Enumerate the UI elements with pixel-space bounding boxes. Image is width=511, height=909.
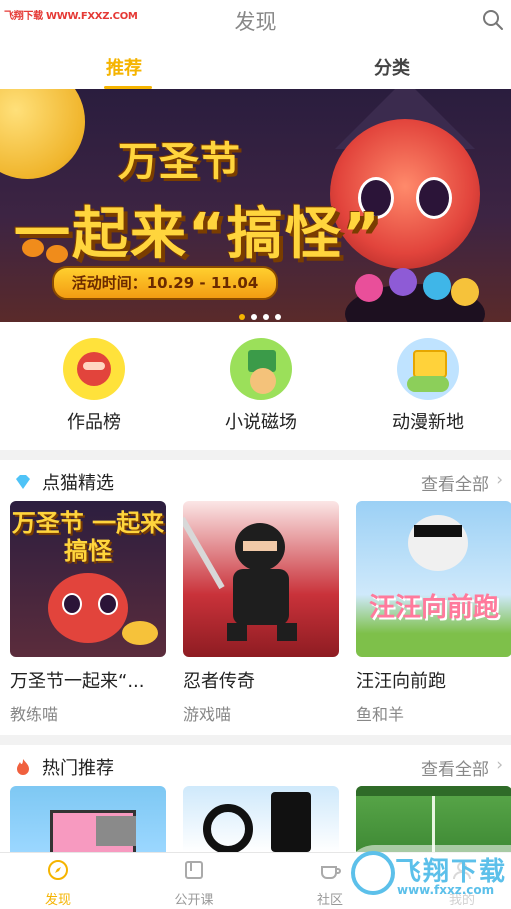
banner-title-line1: 万圣节 xyxy=(118,139,241,185)
nav-label: 发现 xyxy=(44,893,71,908)
featured-card[interactable]: 万圣节 一起来搞怪 万圣节一起来“... 教练喵 xyxy=(10,501,166,725)
nav-discover[interactable]: 发现 xyxy=(18,859,98,908)
candy-graphic xyxy=(451,278,479,306)
site-watermark: 飞翔下载 www.fxxz.com xyxy=(345,845,511,905)
carousel-dots xyxy=(239,305,287,320)
featured-view-all-link[interactable]: 查看全部 xyxy=(421,470,489,495)
banner-date-badge: 活动时间：10.29 - 11.04 xyxy=(52,266,278,300)
tab-category[interactable]: 分类 xyxy=(374,54,410,80)
candy-graphic xyxy=(423,272,451,300)
page-title: 发现 xyxy=(234,10,277,34)
diamond-icon xyxy=(16,475,30,489)
hot-card-image[interactable] xyxy=(183,786,339,852)
site-logo-icon xyxy=(351,851,395,895)
featured-card-image xyxy=(183,501,339,657)
featured-section-header: 点猫精选 查看全部 › xyxy=(0,465,511,499)
banner-title-line2: 一起来“搞怪” xyxy=(14,202,382,267)
featured-card-author: 教练喵 xyxy=(10,705,59,724)
cat-eye xyxy=(416,177,452,219)
nav-label: 公开课 xyxy=(174,893,214,908)
hot-section-header: 热门推荐 查看全部 › xyxy=(0,750,511,784)
featured-card-author: 鱼和羊 xyxy=(356,705,405,724)
featured-card-author: 游戏喵 xyxy=(183,705,232,724)
hot-card-image[interactable] xyxy=(10,786,166,852)
carousel-dot[interactable] xyxy=(251,314,257,320)
quick-entry-novel[interactable]: 小说磁场 xyxy=(206,338,316,434)
featured-card[interactable]: 忍者传奇 游戏喵 xyxy=(183,501,339,725)
hot-card-image[interactable] xyxy=(356,786,511,852)
featured-card-image: 汪汪向前跑 xyxy=(356,501,511,657)
site-watermark-url: www.fxxz.com xyxy=(397,883,495,897)
card-art-text: 万圣节 一起来搞怪 xyxy=(11,509,165,565)
top-bar: 飞翔下载 WWW.FXXZ.COM 发现 xyxy=(0,0,511,40)
hot-section-title: 热门推荐 xyxy=(42,758,114,779)
quick-entry-label: 动漫新地 xyxy=(392,412,464,433)
card-art-text: 汪汪向前跑 xyxy=(368,593,499,623)
featured-section-title: 点猫精选 xyxy=(42,473,114,494)
tab-recommend[interactable]: 推荐 xyxy=(106,54,142,80)
quick-entry-row: 作品榜 小说磁场 动漫新地 xyxy=(0,322,511,450)
tab-bar: 推荐 分类 xyxy=(0,44,511,90)
quick-entry-anime[interactable]: 动漫新地 xyxy=(373,338,483,434)
search-icon xyxy=(483,10,503,30)
cauldron-graphic xyxy=(345,268,485,322)
featured-card-title: 万圣节一起来“... xyxy=(10,671,145,692)
candy-graphic xyxy=(355,274,383,302)
section-divider xyxy=(0,450,511,460)
carousel-dot[interactable] xyxy=(275,314,281,320)
quick-entry-ranking[interactable]: 作品榜 xyxy=(39,338,149,434)
carousel-dot[interactable] xyxy=(239,314,245,320)
moon-graphic xyxy=(0,89,85,179)
ranking-icon xyxy=(63,338,125,400)
featured-card[interactable]: 汪汪向前跑 汪汪向前跑 鱼和羊 xyxy=(356,501,511,725)
cup-icon xyxy=(321,866,341,879)
search-button[interactable] xyxy=(481,8,505,32)
chevron-right-icon[interactable]: › xyxy=(496,755,503,775)
hot-view-all-link[interactable]: 查看全部 xyxy=(421,755,489,780)
novel-icon xyxy=(230,338,292,400)
halloween-banner[interactable]: 万圣节 一起来“搞怪” 活动时间：10.29 - 11.04 xyxy=(0,89,511,322)
flame-icon xyxy=(17,759,29,775)
quick-entry-label: 作品榜 xyxy=(67,412,121,433)
candy-graphic xyxy=(389,268,417,296)
featured-card-title: 汪汪向前跑 xyxy=(356,671,446,692)
anime-icon xyxy=(397,338,459,400)
chevron-right-icon[interactable]: › xyxy=(496,470,503,490)
book-icon xyxy=(185,861,203,879)
featured-card-image: 万圣节 一起来搞怪 xyxy=(10,501,166,657)
quick-entry-label: 小说磁场 xyxy=(225,412,297,433)
carousel-dot[interactable] xyxy=(263,314,269,320)
discover-icon xyxy=(48,860,68,880)
section-divider xyxy=(0,735,511,745)
nav-courses[interactable]: 公开课 xyxy=(154,859,234,908)
featured-card-title: 忍者传奇 xyxy=(183,671,255,692)
